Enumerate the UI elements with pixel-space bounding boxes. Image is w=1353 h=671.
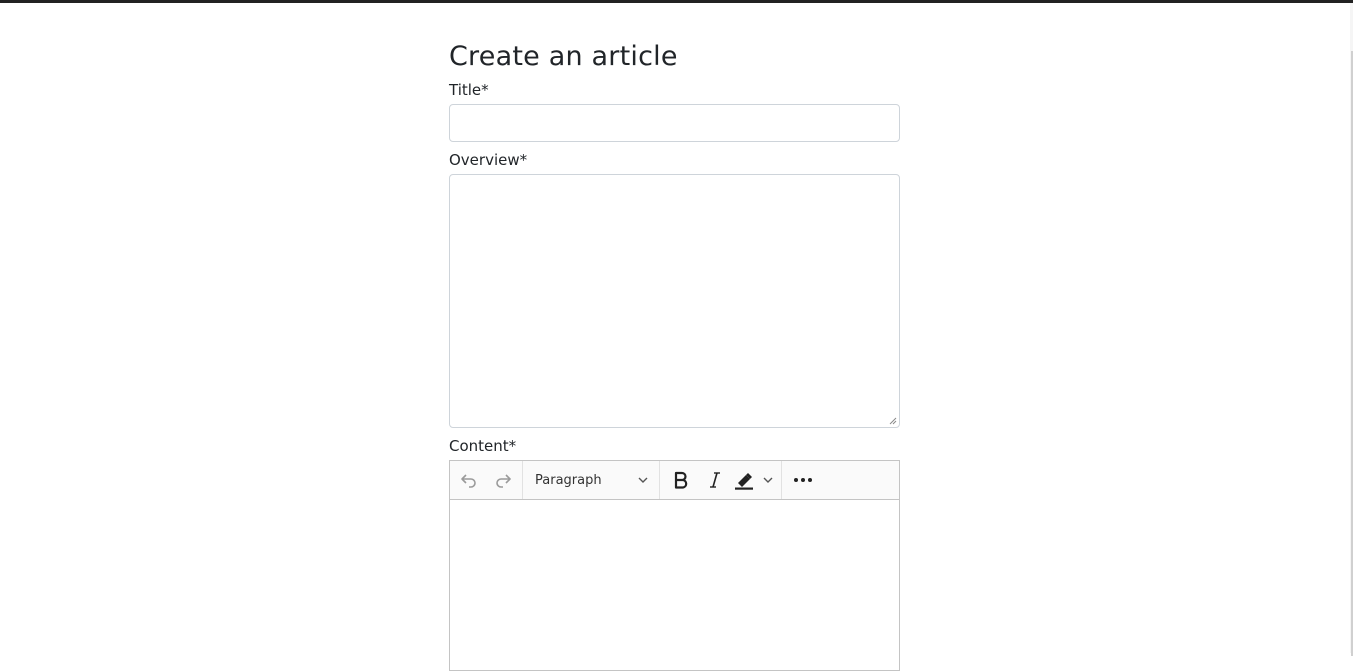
browser-top-bar	[0, 0, 1353, 3]
toolbar-separator	[781, 461, 782, 499]
overview-label: Overview*	[449, 151, 528, 169]
undo-icon	[461, 474, 476, 488]
toolbar-separator	[659, 461, 660, 499]
content-editable-area[interactable]	[450, 500, 899, 670]
redo-icon	[496, 474, 511, 488]
heading-dropdown-label: Paragraph	[535, 472, 602, 488]
content-editor: Paragraph	[449, 460, 900, 671]
content-label: Content*	[449, 437, 517, 455]
heading-dropdown[interactable]: Paragraph	[525, 465, 657, 495]
overview-textarea[interactable]	[449, 174, 900, 428]
bold-icon	[674, 471, 688, 489]
title-label: Title*	[449, 81, 489, 99]
chevron-down-icon[interactable]	[761, 473, 775, 487]
article-form: Create an article Title* Overview* Conte…	[449, 38, 900, 671]
bold-button[interactable]	[664, 465, 698, 495]
chevron-down-icon	[638, 477, 648, 483]
undo-button[interactable]	[452, 465, 486, 495]
italic-icon	[710, 472, 720, 488]
italic-button[interactable]	[698, 465, 732, 495]
toolbar-separator	[522, 461, 523, 499]
highlight-button[interactable]	[734, 470, 775, 490]
page-title: Create an article	[449, 41, 678, 72]
redo-button[interactable]	[486, 465, 520, 495]
highlighter-icon	[735, 473, 753, 490]
resize-grip-icon[interactable]	[889, 417, 897, 425]
editor-toolbar: Paragraph	[450, 461, 899, 500]
title-input[interactable]	[449, 104, 900, 142]
more-tools-button[interactable]	[786, 465, 820, 495]
more-icon	[794, 478, 812, 482]
